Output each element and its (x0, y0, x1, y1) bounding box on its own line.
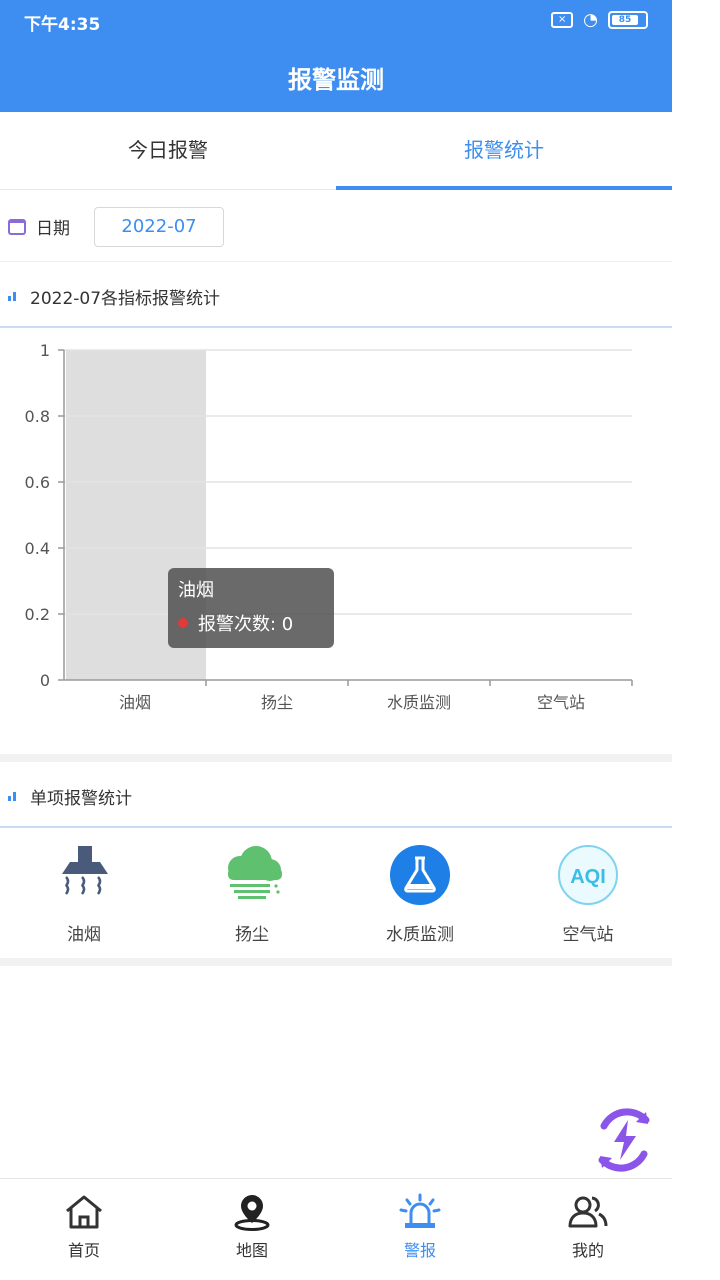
chart-section-title: 2022-07各指标报警统计 (30, 288, 221, 309)
map-pin-icon (234, 1195, 270, 1231)
x-tick-label: 扬尘 (261, 693, 293, 712)
single-item-dust[interactable]: 扬尘 (168, 832, 336, 956)
chart-tooltip: 油烟 报警次数: 0 (168, 568, 334, 648)
calendar-icon (8, 218, 26, 235)
x-tick-label: 水质监测 (387, 693, 451, 712)
date-filter-row: 日期 2022-07 (0, 192, 672, 262)
header: 下午4:35 × ◔ 85 报警监测 (0, 0, 672, 112)
aqi-icon-text: AQI (570, 866, 606, 888)
status-icons: × ◔ 85 (551, 10, 648, 30)
users-icon (568, 1196, 608, 1228)
single-item-label: 水质监测 (386, 925, 454, 945)
float-action-button[interactable] (582, 1098, 666, 1182)
bottom-nav: 首页 地图 警报 我的 (0, 1178, 672, 1280)
wifi-icon: ◔ (583, 10, 598, 30)
y-tick-label: 0.6 (25, 473, 50, 492)
y-tick-label: 0.8 (25, 407, 50, 426)
home-icon (66, 1195, 102, 1229)
date-picker[interactable]: 2022-07 (94, 206, 224, 247)
y-tick-label: 0 (40, 671, 50, 690)
sim-icon: × (551, 12, 574, 28)
y-tick-label: 0.2 (25, 605, 50, 624)
tab-bar: 今日报警 报警统计 (0, 112, 672, 190)
nav-mine[interactable]: 我的 (504, 1179, 672, 1280)
x-tick-label: 空气站 (537, 693, 585, 712)
tooltip-title: 油烟 (178, 580, 214, 601)
bar-chart-icon (8, 291, 18, 301)
page-title: 报警监测 (288, 66, 384, 94)
battery-icon: 85 (608, 11, 648, 29)
nav-label: 地图 (235, 1241, 268, 1260)
single-section-title: 单项报警统计 (30, 788, 132, 809)
tooltip-series-value: 报警次数: 0 (198, 614, 294, 635)
single-item-label: 空气站 (562, 925, 614, 945)
single-items-grid: 油烟 扬尘 水质监测 AQI 空气站 (0, 832, 672, 956)
nav-label: 我的 (571, 1241, 604, 1260)
range-hood-icon (62, 846, 108, 895)
section-divider (0, 958, 672, 966)
chart-section-header: 2022-07各指标报警统计 (0, 266, 672, 328)
nav-alarm[interactable]: 警报 (336, 1179, 504, 1280)
single-item-water-quality[interactable]: 水质监测 (336, 832, 504, 956)
tab-alarm-statistics[interactable]: 报警统计 (336, 112, 672, 190)
single-item-label: 油烟 (67, 925, 101, 945)
y-tick-label: 1 (40, 341, 50, 360)
aqi-icon: AQI (558, 845, 618, 905)
x-tick-label: 油烟 (119, 693, 151, 712)
y-tick-label: 0.4 (25, 539, 50, 558)
right-margin (672, 0, 720, 1280)
nav-map[interactable]: 地图 (168, 1179, 336, 1280)
single-item-air-station[interactable]: AQI 空气站 (504, 832, 672, 956)
app-root: 下午4:35 × ◔ 85 报警监测 今日报警 报警统计 日期 2022-07 … (0, 0, 672, 1280)
single-item-lampblack[interactable]: 油烟 (0, 832, 168, 956)
nav-home[interactable]: 首页 (0, 1179, 168, 1280)
nav-label: 警报 (403, 1241, 436, 1260)
alarm-bar-chart[interactable]: 0 0.2 0.4 0.6 0.8 1 油烟 扬尘 水质监测 空气站 (0, 330, 672, 750)
bar-chart-icon (8, 791, 18, 801)
tab-today-alarms[interactable]: 今日报警 (0, 112, 336, 189)
single-section-header: 单项报警统计 (0, 766, 672, 828)
chart-svg: 00.20.40.60.81油烟 扬尘 水质监测 空气站 (25, 341, 633, 712)
battery-level: 85 (612, 15, 638, 25)
flask-icon (390, 845, 450, 905)
status-time: 下午4:35 (24, 15, 101, 35)
date-label: 日期 (36, 219, 70, 239)
dust-cloud-icon (228, 846, 282, 899)
tooltip-series-dot (178, 618, 188, 628)
alarm-light-icon (399, 1193, 441, 1228)
single-item-label: 扬尘 (235, 925, 269, 945)
nav-label: 首页 (67, 1241, 100, 1260)
section-divider (0, 754, 672, 762)
